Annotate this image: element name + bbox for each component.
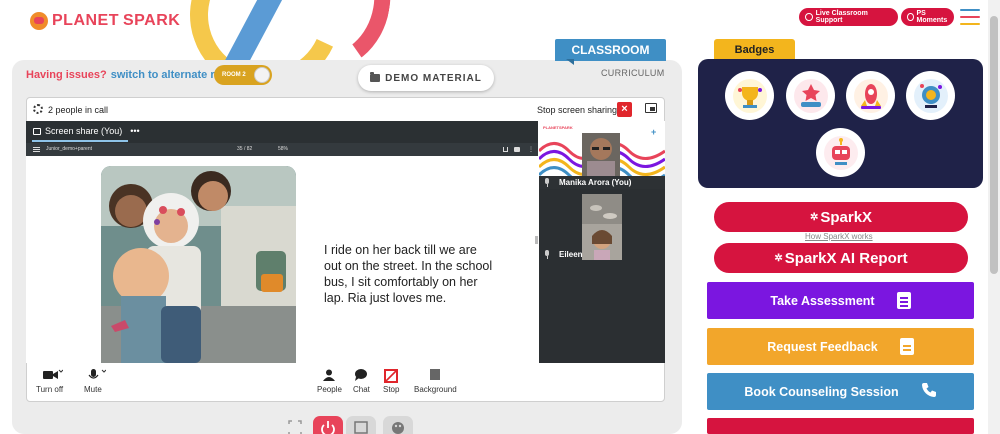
palette-icon[interactable] <box>383 416 413 434</box>
clipboard-icon <box>896 292 911 309</box>
request-feedback-button[interactable]: Request Feedback <box>707 328 974 365</box>
scrollbar-thumb[interactable] <box>990 16 998 274</box>
ps-moments-label: PS Moments <box>916 10 948 24</box>
mic-icon <box>545 250 549 259</box>
stop-sharing-label[interactable]: Stop screen sharing <box>537 105 617 115</box>
add-participant-icon[interactable]: + <box>651 127 656 137</box>
pdf-menu-icon[interactable] <box>33 147 40 152</box>
take-assessment-button[interactable]: Take Assessment <box>707 282 974 319</box>
sparkx-ai-report-button[interactable]: ✲ SparkX AI Report <box>714 243 968 273</box>
chat-icon <box>354 369 368 381</box>
app-root: PLANET SPARK Live Classroom Support PS Mo… <box>0 0 1000 434</box>
folder-icon <box>370 72 381 82</box>
stop-sharing-close-icon[interactable]: × <box>617 102 632 117</box>
demo-material-label: DEMO MATERIAL <box>385 72 482 84</box>
chat-control[interactable]: Chat <box>353 369 370 394</box>
sparkle-icon: ✲ <box>809 211 819 223</box>
live-support-button[interactable]: Live Classroom Support <box>799 8 898 26</box>
issues-question: Having issues? <box>26 69 107 81</box>
page-scrollbar[interactable] <box>988 0 1000 434</box>
sparkx-ai-label: SparkX AI Report <box>784 249 908 267</box>
people-label: People <box>317 385 342 394</box>
people-in-call-text: 2 people in call <box>48 105 109 115</box>
badges-tab: Badges <box>714 39 795 61</box>
participant1-namebar: Manika Arora (You) <box>539 176 665 189</box>
ps-moments-button[interactable]: PS Moments <box>901 8 954 26</box>
participant1-name: Manika Arora (You) <box>559 178 632 187</box>
end-call-button[interactable] <box>313 416 343 434</box>
gear-icon[interactable] <box>33 104 43 114</box>
pdf-page-indicator: 35 / 82 <box>237 146 253 152</box>
pdf-download-icon[interactable] <box>503 147 508 152</box>
x-circle-icon <box>805 13 813 21</box>
tile-logo: PLANETSPARK <box>543 125 573 130</box>
issues-banner: Having issues? switch to alternate room <box>26 69 238 81</box>
microphone-icon <box>86 369 107 381</box>
live-support-label: Live Classroom Support <box>815 10 868 24</box>
turn-off-label: Turn off <box>36 385 64 394</box>
sparkx-button[interactable]: ✲ SparkX <box>714 202 968 232</box>
brain-badge-icon[interactable] <box>906 71 955 120</box>
sparkle-icon: ✲ <box>774 252 783 264</box>
participant2-name: Eileen <box>559 250 583 259</box>
participant2-namebar: Eileen <box>539 248 665 261</box>
story-text: I ride on her back till we are out on th… <box>324 243 493 305</box>
planetspark-logo[interactable]: PLANET SPARK <box>30 12 180 30</box>
mic-control[interactable]: Mute <box>84 369 107 394</box>
divider-handle[interactable] <box>535 236 538 244</box>
demo-material-button[interactable]: DEMO MATERIAL <box>358 65 494 91</box>
video-camera-icon <box>42 369 63 381</box>
sparkx-label: SparkX <box>820 208 873 226</box>
fullscreen-icon[interactable] <box>280 416 310 434</box>
tab-curriculum[interactable]: CURRICULUM <box>601 68 665 78</box>
badges-panel <box>698 59 983 188</box>
share-tab[interactable]: Screen share (You) ••• <box>33 126 140 136</box>
stop-share-control[interactable]: Stop <box>383 369 399 394</box>
background-icon <box>428 369 442 381</box>
stop-label: Stop <box>383 385 400 394</box>
book-counseling-label: Book Counseling Session <box>744 384 899 399</box>
background-control[interactable]: Background <box>414 369 457 394</box>
pdf-filename: Junior_demo+parent <box>46 146 93 152</box>
request-feedback-label: Request Feedback <box>767 339 878 354</box>
people-icon <box>322 369 336 381</box>
robot-badge-icon[interactable] <box>816 128 865 177</box>
logo-text-part1: PLANET <box>52 12 119 29</box>
logo-text-part2: SPARK <box>123 12 181 29</box>
mute-label: Mute <box>84 385 102 394</box>
room-toggle[interactable]: ROOM 2 <box>214 65 272 85</box>
share-tab-label: Screen share (You) <box>45 126 123 136</box>
whiteboard-icon[interactable] <box>346 416 376 434</box>
pdf-zoom-level: 58% <box>278 146 289 152</box>
picture-in-picture-icon[interactable] <box>645 103 657 113</box>
book-counseling-button[interactable]: Book Counseling Session <box>707 373 974 410</box>
story-illustration <box>101 166 296 363</box>
phone-icon <box>921 382 937 401</box>
rocket-badge-icon[interactable] <box>846 71 895 120</box>
camera-control[interactable]: Turn off <box>36 369 63 394</box>
star-hands-badge-icon[interactable] <box>786 71 835 120</box>
tab-notch <box>566 59 574 65</box>
sign-button-partial[interactable] <box>707 418 974 434</box>
room-toggle-label: ROOM 2 <box>222 72 246 78</box>
toggle-knob[interactable] <box>254 67 270 83</box>
x-circle-icon <box>907 13 914 21</box>
share-tab-underline <box>32 140 128 142</box>
trophy-badge-icon[interactable] <box>725 71 774 120</box>
mic-icon <box>545 178 549 187</box>
hamburger-menu-icon[interactable] <box>960 9 980 25</box>
pdf-more-icon[interactable]: ⋮ <box>528 146 534 153</box>
background-label: Background <box>414 385 457 394</box>
document-icon <box>899 338 914 355</box>
chat-label: Chat <box>353 385 370 394</box>
pdf-print-icon[interactable] <box>514 147 520 152</box>
take-assessment-label: Take Assessment <box>770 293 875 308</box>
stop-share-icon <box>384 369 399 383</box>
people-control[interactable]: People <box>317 369 342 394</box>
logo-mascot-icon <box>30 12 48 30</box>
monitor-icon <box>33 127 41 135</box>
how-sparkx-works-link[interactable]: How SparkX works <box>805 232 873 241</box>
tab-classroom[interactable]: CLASSROOM <box>555 39 666 61</box>
